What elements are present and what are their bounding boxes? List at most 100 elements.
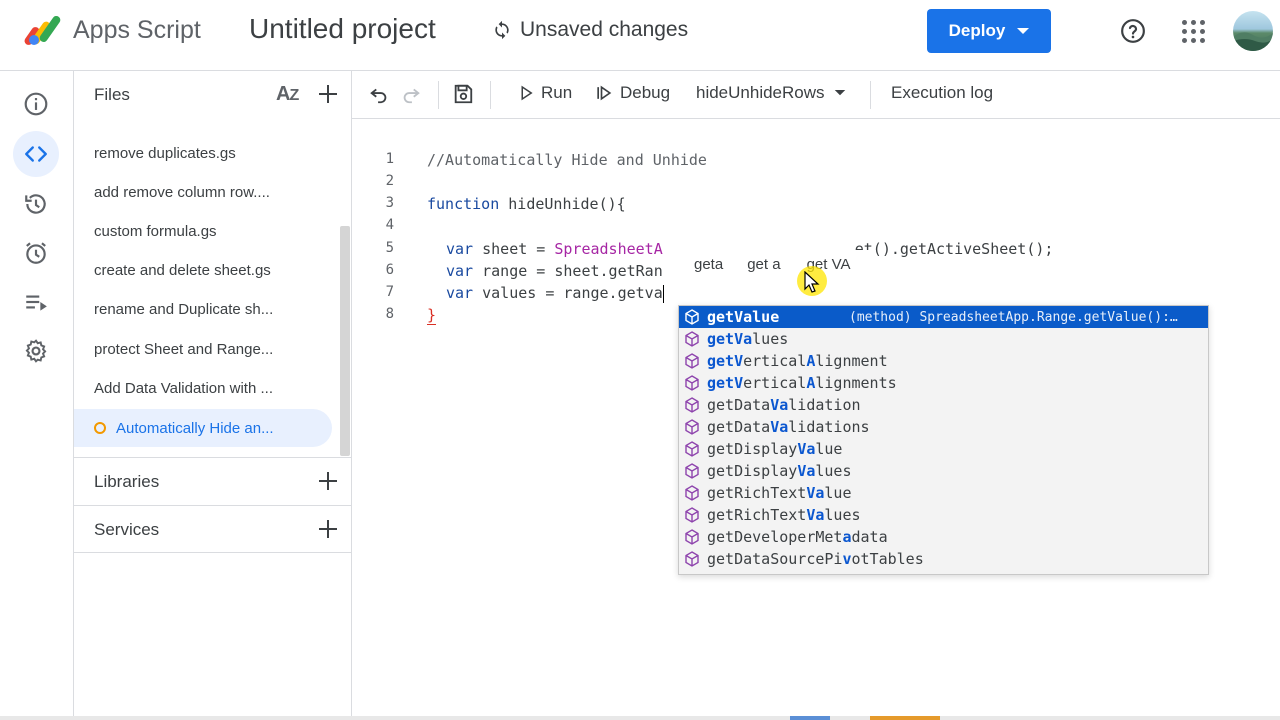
libraries-section: Libraries bbox=[74, 457, 352, 505]
add-library-icon[interactable] bbox=[316, 469, 340, 493]
method-cube-icon bbox=[685, 551, 699, 567]
toolbar-divider bbox=[490, 81, 491, 109]
add-file-icon[interactable] bbox=[316, 82, 340, 106]
suggestion-chip[interactable]: geta bbox=[676, 256, 741, 273]
redo-button[interactable] bbox=[400, 83, 422, 105]
file-item[interactable]: Add Data Validation with ... bbox=[74, 369, 332, 407]
autocomplete-item[interactable]: getData Va lidations bbox=[679, 416, 1208, 438]
save-button[interactable] bbox=[452, 83, 474, 105]
project-title[interactable]: Untitled project bbox=[249, 13, 436, 45]
avatar[interactable] bbox=[1233, 11, 1273, 51]
code-line-range: var range = sheet.getRan bbox=[446, 262, 663, 280]
app-name[interactable]: Apps Script bbox=[73, 16, 201, 45]
info-icon bbox=[24, 92, 48, 116]
run-label: Run bbox=[541, 83, 573, 102]
add-service-icon[interactable] bbox=[316, 517, 340, 541]
triggers-nav[interactable] bbox=[13, 230, 59, 276]
alarm-icon bbox=[26, 242, 46, 264]
line-number: 7 bbox=[385, 284, 394, 300]
editor-nav[interactable] bbox=[13, 131, 59, 177]
method-cube-icon bbox=[685, 331, 699, 347]
redo-icon bbox=[403, 88, 420, 104]
undo-button[interactable] bbox=[368, 83, 390, 105]
debug-icon bbox=[597, 85, 612, 101]
project-history-nav[interactable] bbox=[13, 181, 59, 227]
file-item[interactable]: add remove column row.... bbox=[74, 173, 332, 211]
deploy-label: Deploy bbox=[948, 21, 1006, 40]
file-item-partial[interactable] bbox=[74, 119, 332, 127]
file-item[interactable]: remove duplicates.gs bbox=[74, 134, 332, 172]
line-number: 6 bbox=[385, 262, 394, 278]
deploy-button[interactable]: Deploy bbox=[927, 9, 1051, 53]
method-cube-icon bbox=[685, 463, 699, 479]
autocomplete-item[interactable]: getRichText Va lues bbox=[679, 504, 1208, 526]
save-icon bbox=[454, 84, 473, 104]
autocomplete-item[interactable]: getDisplay Va lues bbox=[679, 460, 1208, 482]
debug-label: Debug bbox=[620, 83, 671, 102]
execution-log-label: Execution log bbox=[891, 83, 994, 102]
line-number: 5 bbox=[385, 240, 394, 256]
line-number: 4 bbox=[385, 217, 394, 233]
taskbar-item bbox=[870, 716, 940, 720]
method-cube-icon bbox=[685, 419, 699, 435]
method-cube-icon bbox=[685, 485, 699, 501]
line-number: 3 bbox=[385, 195, 394, 211]
autocomplete-item[interactable]: getDeveloperMet a data bbox=[679, 526, 1208, 548]
mouse-pointer-icon bbox=[804, 271, 820, 293]
line-number: 8 bbox=[385, 306, 394, 322]
autocomplete-item[interactable]: get Value (method) SpreadsheetApp.Range.g… bbox=[679, 306, 1208, 328]
run-button[interactable]: Run bbox=[517, 83, 572, 103]
settings-nav[interactable] bbox=[13, 328, 59, 374]
undo-icon bbox=[370, 88, 387, 104]
autocomplete-item[interactable]: getDataSourcePi v otTables bbox=[679, 548, 1208, 570]
sort-az-icon[interactable]: AZ bbox=[276, 83, 299, 106]
function-select-value: hideUnhideRows bbox=[696, 83, 825, 102]
code-line-function: function hideUnhide(){ bbox=[427, 195, 626, 213]
file-item[interactable]: create and delete sheet.gs bbox=[74, 251, 332, 289]
overview-nav[interactable] bbox=[13, 81, 59, 127]
suggestion-chips: geta get a get VA bbox=[676, 250, 876, 278]
taskbar-strip bbox=[0, 716, 1280, 720]
text-cursor bbox=[662, 284, 664, 303]
code-line-comment: //Automatically Hide and Unhide bbox=[427, 151, 707, 169]
chevron-down-icon bbox=[1017, 28, 1030, 34]
gear-icon bbox=[25, 339, 47, 363]
method-cube-icon bbox=[685, 397, 699, 413]
line-number: 2 bbox=[385, 173, 394, 189]
services-label: Services bbox=[94, 520, 160, 539]
google-apps-icon[interactable] bbox=[1182, 20, 1205, 43]
file-item[interactable]: rename and Duplicate sh... bbox=[74, 290, 332, 328]
autocomplete-item[interactable]: getRichText Va lue bbox=[679, 482, 1208, 504]
toolbar-divider bbox=[870, 81, 871, 109]
code-line-close: } bbox=[427, 306, 437, 325]
file-list-scrollbar[interactable] bbox=[340, 226, 350, 456]
executions-nav[interactable] bbox=[13, 279, 59, 325]
line-number: 1 bbox=[385, 151, 394, 167]
files-panel: Files AZ remove duplicates.gs add remove… bbox=[74, 71, 352, 720]
chevron-down-icon bbox=[834, 90, 845, 96]
play-icon bbox=[521, 85, 533, 101]
autocomplete-item[interactable]: getData Va lidation bbox=[679, 394, 1208, 416]
debug-button[interactable]: Debug bbox=[594, 83, 670, 103]
method-cube-icon bbox=[685, 529, 699, 545]
suggestion-chip[interactable]: get a bbox=[741, 256, 798, 273]
autocomplete-item[interactable]: get Va lues bbox=[679, 328, 1208, 350]
save-status: Unsaved changes bbox=[492, 18, 688, 42]
file-item[interactable]: custom formula.gs bbox=[74, 212, 332, 250]
code-icon bbox=[25, 146, 47, 162]
execution-log-button[interactable]: Execution log bbox=[891, 83, 993, 103]
file-item-active[interactable]: Automatically Hide an... bbox=[74, 409, 332, 447]
libraries-label: Libraries bbox=[94, 472, 160, 491]
method-cube-icon bbox=[685, 375, 699, 391]
help-icon[interactable] bbox=[1120, 18, 1146, 44]
file-item[interactable]: protect Sheet and Range... bbox=[74, 330, 332, 368]
editor-toolbar: Run Debug hideUnhideRows Execution log bbox=[352, 71, 1280, 119]
autocomplete-detail: (method) SpreadsheetApp.Range.getValue()… bbox=[849, 309, 1178, 325]
autocomplete-item[interactable]: get Vertical Alignment bbox=[679, 350, 1208, 372]
autocomplete-item[interactable]: getDisplay Va lue bbox=[679, 438, 1208, 460]
top-header: Apps Script Untitled project Unsaved cha… bbox=[0, 0, 1280, 71]
autocomplete-item[interactable]: get Vertical Alignments bbox=[679, 372, 1208, 394]
list-play-icon bbox=[26, 295, 47, 311]
function-select[interactable]: hideUnhideRows bbox=[696, 83, 849, 103]
apps-script-logo[interactable] bbox=[24, 12, 66, 48]
